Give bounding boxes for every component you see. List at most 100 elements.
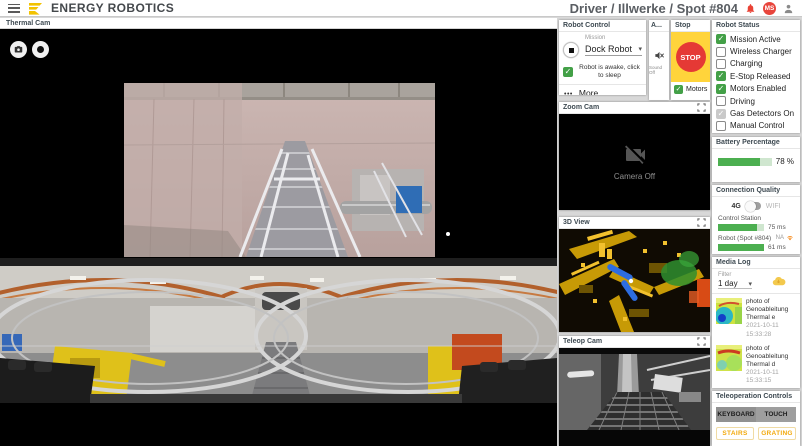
3d-point-cloud-view[interactable]	[559, 229, 710, 332]
zoom-cam-title: Zoom Cam	[563, 104, 600, 111]
mission-select[interactable]: Dock Robot	[585, 44, 642, 56]
robot-latency: 61 ms	[768, 244, 786, 251]
stop-square-icon	[568, 47, 574, 53]
emergency-stop-button[interactable]: STOP	[675, 42, 706, 72]
thermal-thumbnail	[716, 344, 742, 371]
teleop-cam-view[interactable]	[559, 348, 710, 446]
status-label: Gas Detectors On	[730, 109, 795, 119]
control-station-bar	[718, 224, 764, 231]
mode-wifi-label: WIFI	[765, 202, 781, 210]
teleop-controls-title: Teleoperation Controls	[716, 393, 793, 400]
top-bar: ENERGY ROBOTICS Driver / Illwerke / Spot…	[0, 0, 802, 17]
robot-conn-bar	[718, 244, 764, 251]
expand-icon[interactable]	[697, 218, 706, 227]
motors-checkbox[interactable]	[674, 85, 683, 94]
battery-title: Battery Percentage	[716, 139, 780, 146]
robot-control-title: Robot Control	[563, 22, 611, 29]
app-root: ENERGY ROBOTICS Driver / Illwerke / Spot…	[0, 0, 802, 446]
front-cam-view[interactable]	[124, 83, 435, 257]
robot-control-panel: Robot Control Mission Dock Robot Robot i…	[559, 20, 646, 95]
battery-panel: Battery Percentage 78 %	[712, 137, 800, 182]
status-label: Driving	[730, 96, 755, 106]
avatar[interactable]: MS	[763, 1, 776, 15]
thermal-cam-title: Thermal Cam	[0, 18, 557, 29]
mission-active-checkbox[interactable]	[716, 34, 726, 45]
mission-value: Dock Robot	[585, 44, 633, 54]
status-row: Motors Enabled	[712, 83, 800, 95]
stop-mission-button[interactable]	[563, 42, 579, 58]
camera-off-icon	[624, 145, 645, 164]
cloud-sync-icon	[771, 274, 786, 286]
sound-off-label: Sound Off	[649, 65, 663, 75]
status-label: Motors Enabled	[730, 84, 787, 94]
network-mode-toggle[interactable]	[744, 200, 761, 212]
more-dots-icon	[564, 88, 573, 95]
estop-released-checkbox[interactable]	[716, 71, 726, 82]
panorama-cam-view[interactable]	[0, 258, 557, 403]
more-label: More	[578, 87, 599, 95]
expand-icon[interactable]	[697, 337, 706, 346]
motors-enabled-checkbox[interactable]	[716, 83, 726, 94]
stairs-button[interactable]: STAIRS	[716, 427, 754, 440]
status-row: Manual Control	[712, 120, 800, 132]
wifi-icon	[787, 236, 793, 241]
menu-icon[interactable]	[8, 3, 20, 13]
audio-panel: A... Sound Off	[649, 20, 669, 100]
robot-na-label: NA	[775, 235, 784, 241]
wireless-charger-checkbox[interactable]	[716, 46, 726, 57]
user-icon[interactable]	[783, 3, 794, 14]
connection-panel: Connection Quality 4G WIFI Control Stati…	[712, 185, 800, 254]
charging-checkbox[interactable]	[716, 58, 726, 69]
record-dot-icon	[37, 46, 44, 53]
robot-status-panel: Robot Status Mission Active Wireless Cha…	[712, 20, 800, 133]
status-row: E-Stop Released	[712, 70, 800, 82]
teleop-cam-panel: Teleop Cam	[559, 336, 710, 446]
status-row: Mission Active	[712, 33, 800, 45]
connection-title: Connection Quality	[716, 187, 781, 194]
battery-percent: 78 %	[775, 157, 794, 166]
tab-keyboard[interactable]: KEYBOARD	[716, 407, 756, 422]
brand-logo-icon	[27, 2, 44, 15]
awake-text: Robot is awake, click to sleep	[579, 64, 640, 79]
status-label: Mission Active	[730, 34, 781, 44]
record-button[interactable]	[32, 41, 49, 58]
motors-label: Motors	[686, 86, 708, 93]
tab-touch[interactable]: TOUCH	[756, 407, 796, 422]
control-station-latency: 75 ms	[768, 224, 786, 231]
manual-control-checkbox[interactable]	[716, 120, 726, 131]
zoom-cam-panel: Zoom Cam Camera Off	[559, 102, 710, 210]
cursor-dot	[446, 232, 450, 236]
expand-icon[interactable]	[697, 103, 706, 112]
camera-off-text: Camera Off	[613, 172, 656, 181]
brand-name: ENERGY ROBOTICS	[51, 1, 175, 15]
media-item-date: 2021-10-11	[746, 369, 779, 376]
thermal-cam-panel: Thermal Cam	[0, 18, 557, 446]
media-item-title: photo of Genoableitung Thermal d	[746, 344, 789, 368]
gas-detectors-checkbox[interactable]	[716, 108, 726, 119]
awake-checkbox[interactable]	[563, 66, 573, 77]
control-station-label: Control Station	[718, 215, 761, 222]
teleop-mode-tabs: KEYBOARD TOUCH	[716, 407, 796, 422]
media-log-item[interactable]: photo of Genoableitung Thermal d 2021-10…	[712, 341, 800, 388]
media-item-time: 15:33:28	[746, 330, 772, 338]
status-label: Wireless Charger	[730, 47, 792, 57]
3d-view-panel: 3D View	[559, 217, 710, 332]
battery-bar	[718, 157, 772, 166]
media-item-date: 2021-10-11	[746, 322, 779, 330]
notifications-bell-icon[interactable]	[745, 3, 756, 14]
filter-select[interactable]: 1 day	[718, 279, 752, 289]
more-button[interactable]: More	[559, 86, 646, 95]
robot-status-title: Robot Status	[716, 22, 760, 29]
driving-checkbox[interactable]	[716, 96, 726, 107]
sound-off-icon[interactable]	[654, 50, 665, 61]
status-label: E-Stop Released	[730, 71, 791, 81]
status-label: Manual Control	[730, 121, 785, 131]
media-log-item[interactable]: photo of Genoableitung Thermal e 2021-10…	[712, 294, 800, 341]
status-row: Wireless Charger	[712, 45, 800, 57]
media-log-title: Media Log	[716, 259, 751, 266]
grating-button[interactable]: GRATING	[758, 427, 796, 440]
media-log-panel: Media Log Filter 1 day photo of Genoable…	[712, 257, 800, 388]
take-photo-button[interactable]	[10, 41, 27, 58]
zoom-cam-view[interactable]: Camera Off	[559, 114, 710, 210]
audio-title: A...	[651, 22, 662, 29]
